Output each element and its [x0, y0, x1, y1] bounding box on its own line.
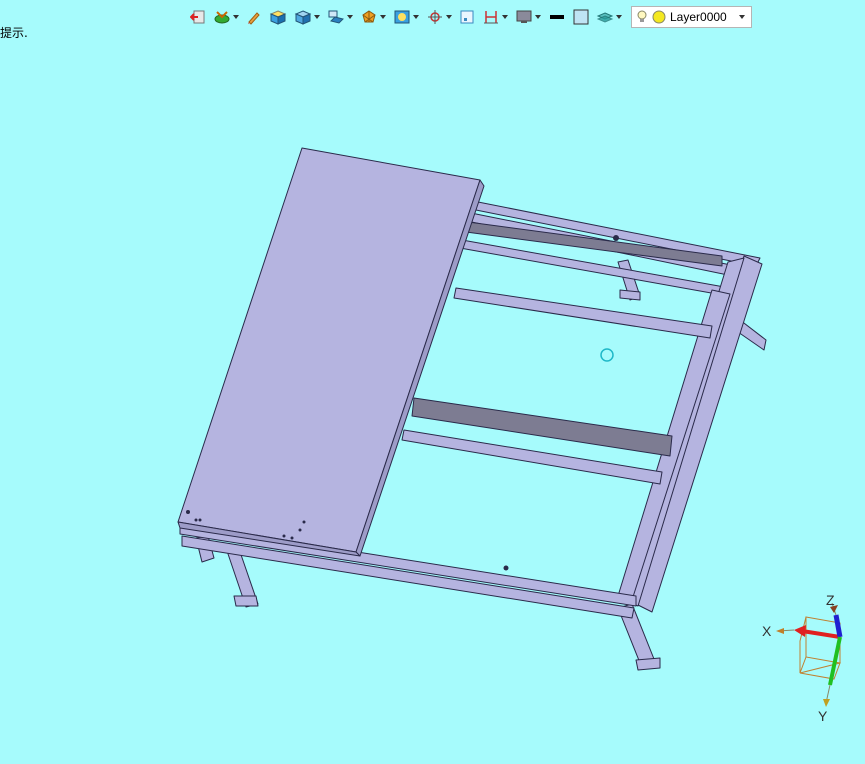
shaded-box-icon [269, 10, 287, 25]
brush-button[interactable] [244, 6, 264, 28]
leg-back-foot [619, 289, 641, 301]
exit-sketch-icon [190, 10, 205, 24]
box-view-icon [294, 10, 312, 25]
dropdown-arrow-icon [738, 15, 745, 19]
layer-dropdown[interactable]: Layer0000 [631, 6, 752, 28]
shaded-box-button[interactable] [267, 6, 289, 28]
frame-button[interactable] [457, 6, 477, 28]
crossbeam-upper [453, 287, 713, 339]
fill-color-button[interactable] [571, 6, 591, 28]
axis-x-pointer-head [776, 628, 784, 634]
line-weight-icon [550, 15, 564, 19]
machine-model[interactable] [177, 147, 767, 671]
lightbulb-icon [637, 10, 647, 22]
frame-icon [460, 10, 474, 24]
line-weight-button[interactable] [546, 6, 568, 28]
top-plate[interactable] [177, 147, 481, 553]
axis-triad: X Z Y [762, 592, 843, 724]
layer-color-icon [652, 10, 666, 24]
hint-text: 提示. [0, 26, 28, 40]
axis-x-arrow [794, 625, 806, 637]
exit-sketch-button[interactable] [188, 6, 208, 28]
view-toolbar: Layer0000 [188, 5, 752, 29]
multi-view-icon [328, 10, 344, 24]
spotlight-button[interactable] [391, 6, 421, 28]
dimension-icon [484, 11, 498, 24]
monitor-icon [516, 10, 532, 23]
target-icon [428, 10, 442, 24]
leg-front-left-foot [233, 595, 259, 607]
leg-front-right-foot [635, 657, 661, 671]
axis-x-line [801, 629, 841, 639]
spotlight-icon [394, 10, 410, 24]
dimension-button[interactable] [480, 6, 510, 28]
layer-value: Layer0000 [670, 10, 727, 24]
multi-view-button[interactable] [325, 6, 355, 28]
axis-y-label: Y [818, 708, 828, 724]
brush-icon [248, 12, 260, 25]
render-style-icon [214, 11, 230, 24]
layer-stack-icon [596, 12, 614, 23]
3d-viewport[interactable] [0, 0, 865, 764]
axis-x-label: X [762, 623, 772, 639]
layer-stack-button[interactable] [594, 6, 624, 28]
axis-y-pointer-head [823, 699, 830, 707]
axis-z-line [833, 614, 843, 638]
axis-z-label: Z [826, 592, 835, 608]
target-button[interactable] [424, 6, 454, 28]
cursor-indicator [600, 348, 614, 362]
monitor-button[interactable] [513, 6, 543, 28]
sphere-button[interactable] [358, 6, 388, 28]
fill-color-icon [573, 9, 589, 25]
box-view-button[interactable] [292, 6, 322, 28]
render-style-button[interactable] [211, 6, 241, 28]
sphere-icon [362, 10, 376, 23]
